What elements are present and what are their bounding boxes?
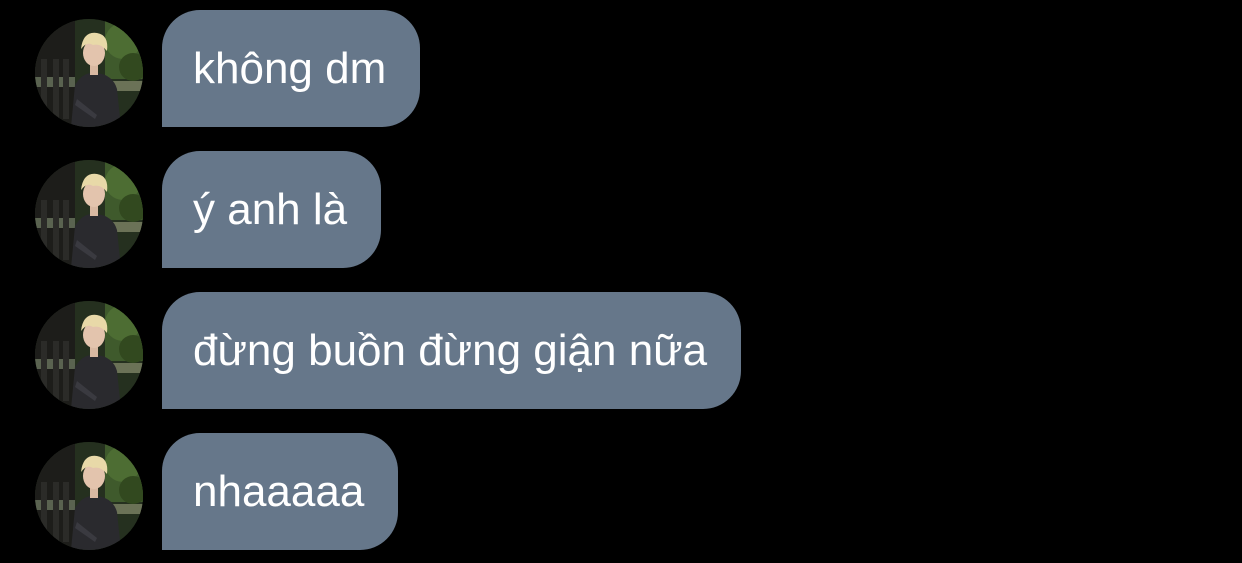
- user-avatar-icon[interactable]: [35, 442, 143, 550]
- message-bubble[interactable]: không dm: [162, 10, 421, 127]
- user-avatar-icon[interactable]: [35, 19, 143, 127]
- message-bubble[interactable]: đừng buồn đừng giận nữa: [162, 292, 742, 409]
- message-thread: không dm ý anh là đừng buồn đừng giận nữ…: [0, 0, 1242, 563]
- message-bubble[interactable]: nhaaaaa: [162, 433, 399, 550]
- message-bubble[interactable]: ý anh là: [162, 151, 382, 268]
- user-avatar-icon[interactable]: [35, 160, 143, 268]
- user-avatar-icon[interactable]: [35, 301, 143, 409]
